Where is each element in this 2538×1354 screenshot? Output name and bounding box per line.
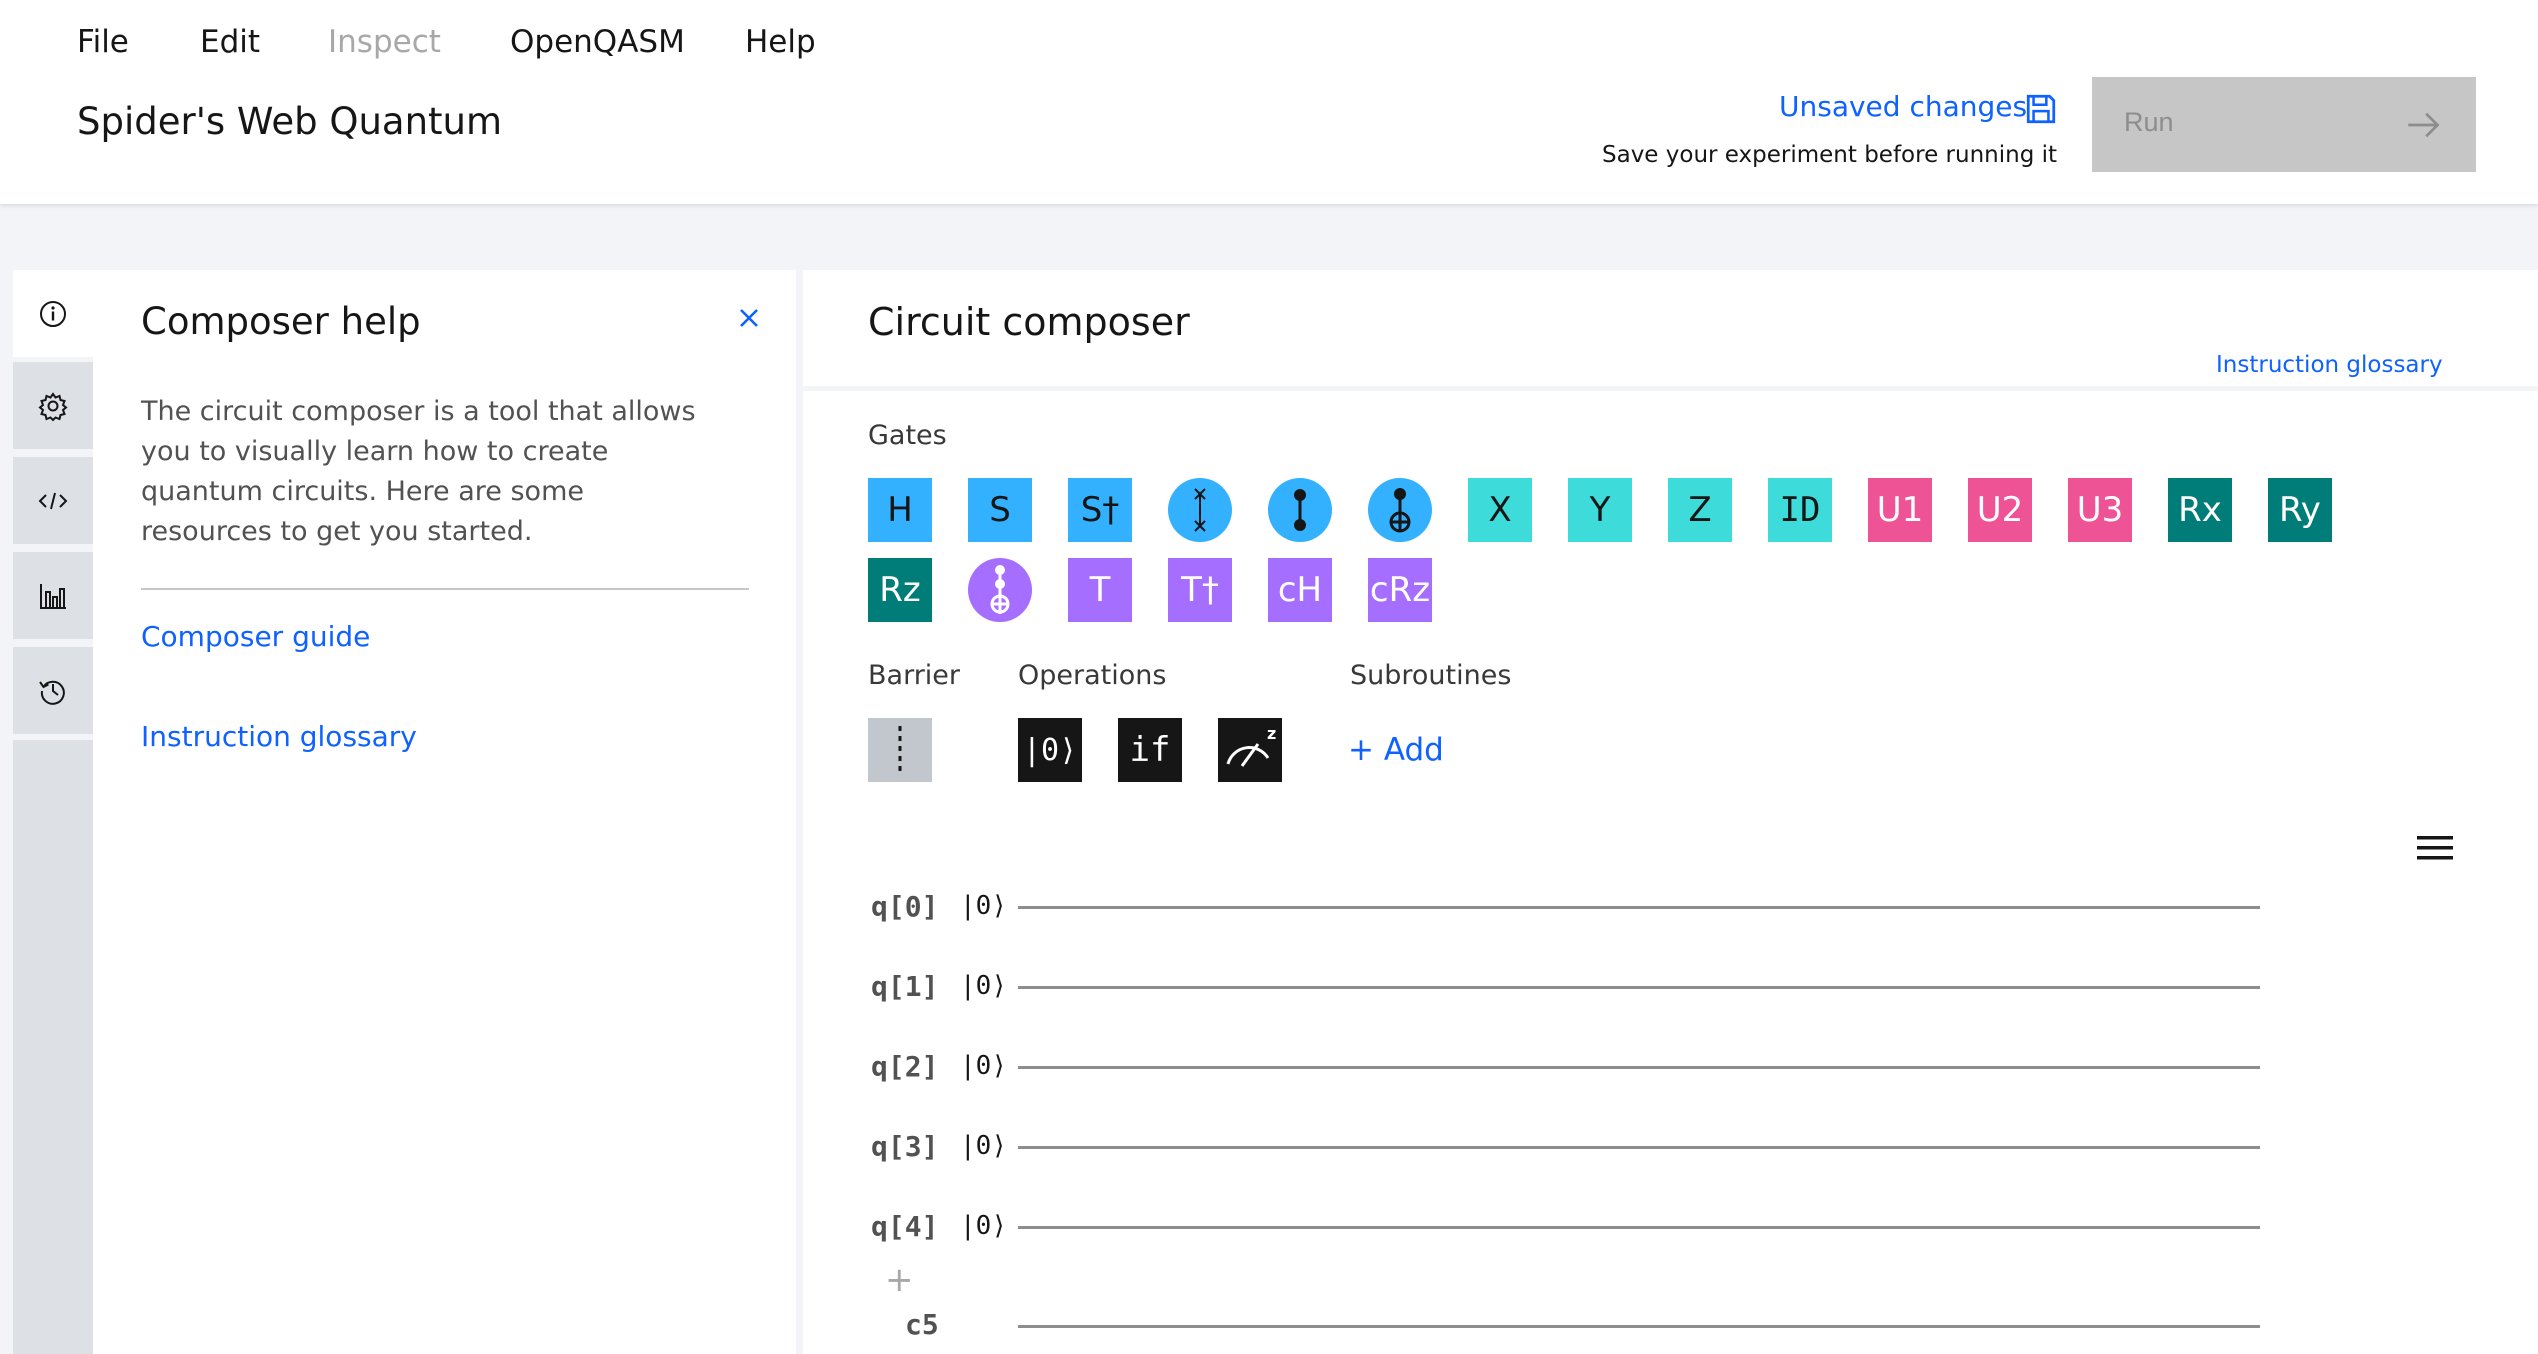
gate-t[interactable]: T xyxy=(1068,558,1132,622)
info-icon xyxy=(40,300,66,327)
divider xyxy=(803,386,2538,391)
settings-icon xyxy=(38,391,68,421)
gates-label: Gates xyxy=(868,420,947,451)
classical-register-label: c5 xyxy=(905,1308,939,1341)
barrier[interactable] xyxy=(868,718,932,782)
menu-help[interactable]: Help xyxy=(745,24,816,60)
experiment-title[interactable]: Spider's Web Quantum xyxy=(77,100,502,143)
qubit-initial-state: |0⟩ xyxy=(960,1131,1007,1161)
gate-ry[interactable]: Ry xyxy=(2268,478,2332,542)
close-icon[interactable] xyxy=(733,302,765,334)
classical-wire[interactable] xyxy=(1018,1325,2260,1328)
help-description: The circuit composer is a tool that allo… xyxy=(141,396,696,547)
add-subroutine-button[interactable]: + Add xyxy=(1348,732,1444,768)
qubit-wire[interactable] xyxy=(1018,1066,2260,1069)
history-icon xyxy=(39,680,65,705)
gate-s[interactable]: S xyxy=(968,478,1032,542)
gate-tdg[interactable]: T† xyxy=(1168,558,1232,622)
gate-x[interactable]: X xyxy=(1468,478,1532,542)
code-tab[interactable] xyxy=(13,457,93,544)
instruction-glossary-link[interactable]: Instruction glossary xyxy=(141,720,417,753)
gate-rz[interactable]: Rz xyxy=(868,558,932,622)
gate-u1[interactable]: U1 xyxy=(1868,478,1932,542)
qubit-initial-state: |0⟩ xyxy=(960,1051,1007,1081)
gate-u2[interactable]: U2 xyxy=(1968,478,2032,542)
qubit-wire[interactable] xyxy=(1018,906,2260,909)
help-panel-title: Composer help xyxy=(141,300,421,343)
composer-guide-link[interactable]: Composer guide xyxy=(141,620,370,653)
gate-ccx[interactable] xyxy=(968,558,1032,622)
histogram-tab[interactable] xyxy=(13,552,93,639)
save-hint-text: Save your experiment before running it xyxy=(1602,142,2058,168)
qubit-initial-state: |0⟩ xyxy=(960,971,1007,1001)
gate-h[interactable]: H xyxy=(868,478,932,542)
code-icon xyxy=(38,492,68,509)
gate-crz[interactable]: cRz xyxy=(1368,558,1432,622)
measure-icon: z xyxy=(1226,724,1276,767)
circuit-composer-title: Circuit composer xyxy=(868,300,1190,344)
gate-cz[interactable] xyxy=(1268,478,1332,542)
menu-openqasm[interactable]: OpenQASM xyxy=(510,24,685,60)
qubit-wire[interactable] xyxy=(1018,1146,2260,1149)
gate-z[interactable]: Z xyxy=(1668,478,1732,542)
rail-background xyxy=(13,740,93,1354)
qubit-initial-state: |0⟩ xyxy=(960,891,1007,921)
gate-u3[interactable]: U3 xyxy=(2068,478,2132,542)
arrow-right-icon xyxy=(2408,112,2440,138)
subroutines-label: Subroutines xyxy=(1350,660,1512,691)
swap-icon xyxy=(1194,488,1206,532)
run-label: Run xyxy=(2124,107,2174,137)
divider xyxy=(141,588,749,590)
unsaved-changes-link[interactable]: Unsaved changes xyxy=(1779,90,2027,123)
add-qubit-button[interactable]: + xyxy=(885,1260,914,1300)
reset-operation[interactable]: |0⟩ xyxy=(1018,718,1082,782)
menu-file[interactable]: File xyxy=(77,24,129,60)
measure-operation[interactable]: z xyxy=(1218,718,1282,782)
barrier-icon xyxy=(898,726,902,774)
cnot-icon xyxy=(1389,488,1411,533)
top-bar: File Edit Inspect OpenQASM Help Spider's… xyxy=(0,0,2538,204)
settings-tab[interactable] xyxy=(13,362,93,449)
run-button[interactable]: Run xyxy=(2092,77,2476,172)
qubit-initial-state: |0⟩ xyxy=(960,1211,1007,1241)
qubit-label[interactable]: q[2] xyxy=(871,1050,938,1083)
instruction-glossary-link[interactable]: Instruction glossary xyxy=(2216,352,2443,378)
history-tab[interactable] xyxy=(13,647,93,734)
composer-help-panel: Composer help The circuit composer is a … xyxy=(93,270,796,1354)
barrier-label: Barrier xyxy=(868,660,961,691)
gate-ch[interactable]: cH xyxy=(1268,558,1332,622)
gate-swap[interactable] xyxy=(1168,478,1232,542)
operations-label: Operations xyxy=(1018,660,1167,691)
qubit-wire[interactable] xyxy=(1018,986,2260,989)
menu-inspect: Inspect xyxy=(328,24,441,60)
info-tab[interactable] xyxy=(13,270,93,357)
gate-y[interactable]: Y xyxy=(1568,478,1632,542)
gate-id[interactable]: ID xyxy=(1768,478,1832,542)
circuit-composer-panel: Circuit composer Instruction glossary Ga… xyxy=(803,270,2538,1354)
menu-icon[interactable] xyxy=(2417,834,2453,862)
qubit-label[interactable]: q[3] xyxy=(871,1130,938,1163)
gate-sdg[interactable]: S† xyxy=(1068,478,1132,542)
qubit-label[interactable]: q[0] xyxy=(871,890,938,923)
if-operation[interactable]: if xyxy=(1118,718,1182,782)
qubit-label[interactable]: q[4] xyxy=(871,1210,938,1243)
menu-edit[interactable]: Edit xyxy=(200,24,260,60)
toffoli-icon xyxy=(990,565,1010,614)
histogram-icon xyxy=(40,583,66,609)
gate-cx[interactable] xyxy=(1368,478,1432,542)
qubit-label[interactable]: q[1] xyxy=(871,970,938,1003)
svg-text:z: z xyxy=(1267,724,1276,743)
save-icon[interactable] xyxy=(2024,92,2058,126)
qubit-wire[interactable] xyxy=(1018,1226,2260,1229)
gate-rx[interactable]: Rx xyxy=(2168,478,2232,542)
controlled-z-icon xyxy=(1294,489,1306,531)
